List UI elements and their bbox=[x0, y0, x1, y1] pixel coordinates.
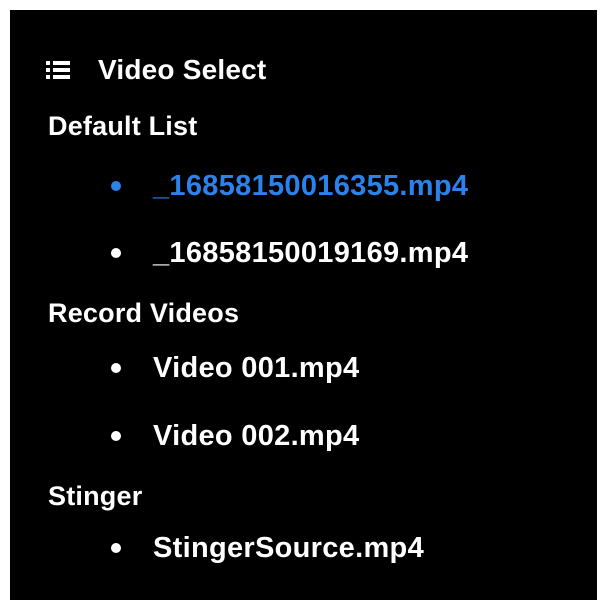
video-item-video-001[interactable]: Video 001.mp4 bbox=[111, 346, 359, 390]
video-item-16858150016355[interactable]: _16858150016355.mp4 bbox=[111, 164, 468, 208]
bullet-icon bbox=[111, 248, 121, 258]
video-item-16858150019169[interactable]: _16858150019169.mp4 bbox=[111, 231, 468, 275]
video-item-stingersource[interactable]: StingerSource.mp4 bbox=[111, 526, 424, 570]
video-item-video-002[interactable]: Video 002.mp4 bbox=[111, 414, 359, 458]
video-item-label: _16858150019169.mp4 bbox=[153, 236, 469, 269]
video-select-panel: Video Select Default List _1685815001635… bbox=[10, 10, 597, 600]
section-title-stinger: Stinger bbox=[48, 481, 143, 511]
bullet-icon bbox=[111, 543, 121, 553]
list-icon bbox=[46, 61, 70, 79]
section-title-default-list: Default List bbox=[48, 111, 198, 141]
video-item-label: _16858150016355.mp4 bbox=[153, 169, 469, 202]
panel-header: Video Select bbox=[46, 49, 266, 91]
section-title-record-videos: Record Videos bbox=[48, 298, 240, 328]
bullet-icon bbox=[111, 363, 121, 373]
video-item-label: Video 002.mp4 bbox=[153, 419, 360, 452]
bullet-icon bbox=[111, 181, 121, 191]
video-item-label: Video 001.mp4 bbox=[153, 351, 360, 384]
bullet-icon bbox=[111, 431, 121, 441]
video-item-label: StingerSource.mp4 bbox=[153, 531, 424, 564]
panel-title: Video Select bbox=[98, 54, 267, 85]
